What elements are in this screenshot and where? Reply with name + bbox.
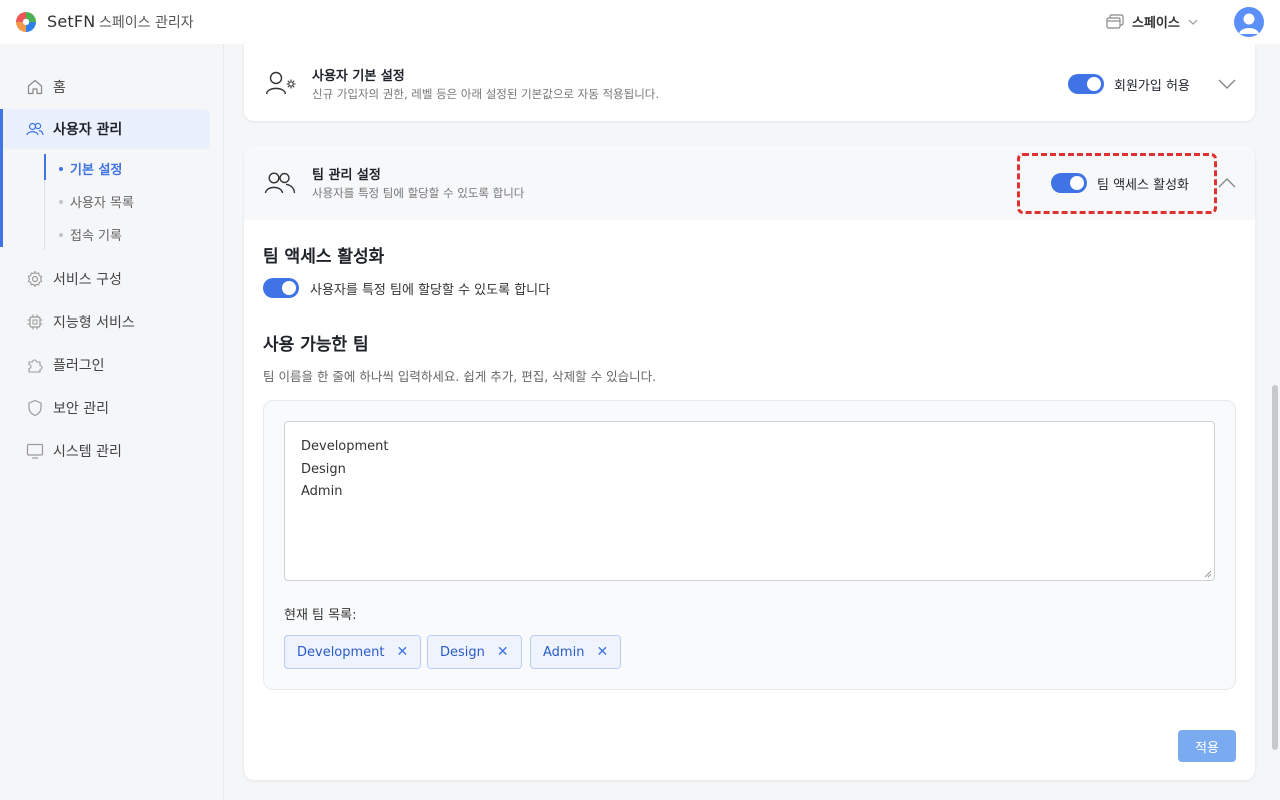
sidebar-item-intelligent-service[interactable]: 지능형 서비스 [26,312,135,332]
active-nav-indicator [0,109,3,247]
sidebar-subitem-label: 접속 기록 [70,229,122,244]
sidebar-item-system[interactable]: 시스템 관리 [26,441,122,461]
resize-grip-icon[interactable] [1204,570,1212,578]
team-access-section-title: 팀 액세스 활성화 [263,247,385,267]
sidebar-subitem-label: 사용자 목록 [70,196,134,211]
team-tag-label: Development [297,644,385,660]
current-teams-label: 현재 팀 목록: [284,608,357,623]
bullet-dot [59,199,63,204]
available-teams-title: 사용 가능한 팀 [263,335,369,355]
team-tag-label: Admin [543,644,585,660]
team-tag: Development ✕ [284,635,422,669]
chevron-down-icon[interactable] [1218,79,1236,90]
sidebar-subitem-access-log[interactable]: 접속 기록 [59,225,122,244]
toggle-knob [282,281,296,295]
bullet-dot [59,166,63,171]
space-selector[interactable]: 스페이스 [1106,12,1198,31]
puzzle-icon [28,359,43,373]
available-teams-desc: 팀 이름을 한 줄에 하나씩 입력하세요. 쉽게 추가, 편집, 삭제할 수 있… [263,369,657,384]
app-subtitle: 스페이스 관리자 [99,15,194,31]
signup-allow-label: 회원가입 허용 [1114,79,1190,94]
team-management-desc: 사용자를 특정 팀에 할당할 수 있도록 합니다 [312,186,525,200]
team-management-title: 팀 관리 설정 [312,168,381,183]
textarea-line: Design [301,461,346,477]
team-access-toggle[interactable] [263,278,299,298]
home-icon [27,79,43,95]
chip-icon [27,314,43,330]
sidebar-subitem-label: 기본 설정 [70,163,123,178]
sidebar-item-label: 홈 [53,80,66,96]
user-silhouette-icon [1239,13,1259,34]
top-header: SetFN 스페이스 관리자 스페이스 [0,0,1280,44]
users-icon [26,122,44,136]
toggle-knob [1087,77,1101,91]
apply-button[interactable]: 적용 [1178,730,1236,762]
submenu-active-indicator [44,154,46,180]
user-settings-icon [265,71,296,95]
user-avatar[interactable] [1234,7,1264,37]
textarea-line: Development [301,439,389,454]
sidebar-item-label: 지능형 서비스 [53,315,135,331]
bullet-dot [59,232,63,237]
team-icon [264,172,296,194]
sidebar-item-plugins[interactable]: 플러그인 [26,355,105,375]
sidebar-item-label: 시스템 관리 [53,444,122,460]
team-names-textarea[interactable]: Development Design Admin [284,421,1215,581]
remove-tag-icon[interactable]: ✕ [497,645,509,659]
signup-allow-toggle[interactable] [1068,74,1104,94]
team-tag: Admin ✕ [530,635,622,669]
sidebar-item-label: 사용자 관리 [53,122,123,138]
user-basic-settings-title: 사용자 기본 설정 [312,69,405,84]
brand-name: SetFN [47,12,96,31]
shield-icon [28,399,42,417]
page-scrollbar[interactable] [1272,385,1278,750]
textarea-line: Admin [301,484,343,499]
setfn-logo [16,12,36,32]
team-access-toggle-label: 사용자를 특정 팀에 할당할 수 있도록 합니다 [310,283,551,298]
gear-icon [27,270,43,288]
highlight-box [1017,153,1217,214]
sidebar-item-user-management[interactable]: 사용자 관리 [26,119,122,139]
sidebar: 홈 사용자 관리 기본 설정 사용자 목록 접속 기록 서비스 구성 지능형 서… [0,44,224,800]
sidebar-subitem-basic-settings[interactable]: 기본 설정 [59,159,122,178]
sidebar-subitem-user-list[interactable]: 사용자 목록 [59,192,134,211]
chevron-up-icon[interactable] [1218,177,1236,188]
sidebar-item-security[interactable]: 보안 관리 [26,398,109,418]
sidebar-item-label: 서비스 구성 [53,272,122,288]
team-tag: Design ✕ [427,635,522,669]
monitor-icon [26,443,44,459]
chevron-down-icon [1188,19,1198,25]
user-basic-settings-desc: 신규 가입자의 권한, 레벨 등은 아래 설정된 기본값으로 자동 적용됩니다. [312,87,660,101]
team-tag-label: Design [440,644,485,660]
remove-tag-icon[interactable]: ✕ [596,645,608,659]
space-selector-label: 스페이스 [1132,16,1180,31]
window-stack-icon [1106,13,1124,29]
sidebar-item-label: 보안 관리 [53,401,109,417]
sidebar-item-home[interactable]: 홈 [26,77,66,97]
sidebar-item-service-config[interactable]: 서비스 구성 [26,269,122,289]
remove-tag-icon[interactable]: ✕ [397,645,409,659]
sidebar-item-label: 플러그인 [53,358,105,374]
